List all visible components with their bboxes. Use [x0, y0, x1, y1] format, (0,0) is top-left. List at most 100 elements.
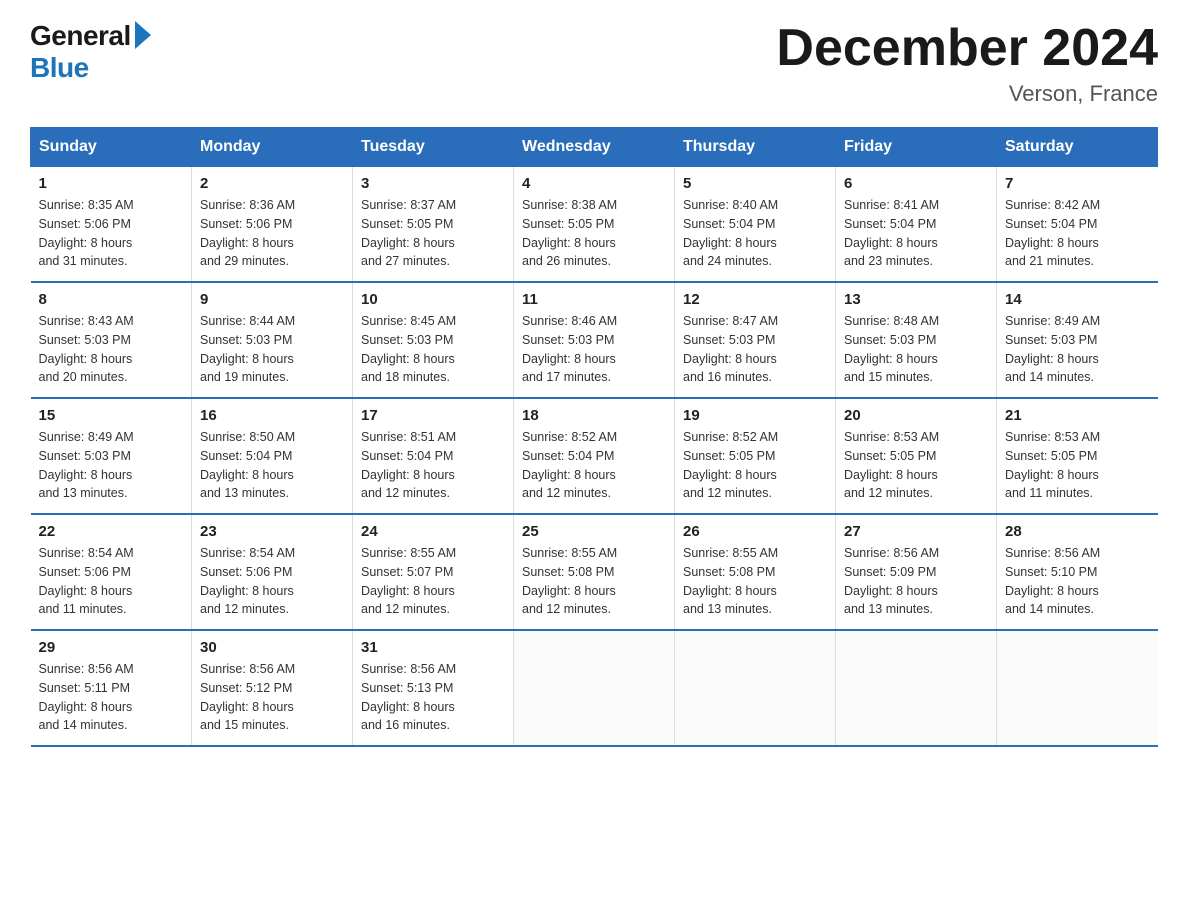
day-number: 9 — [200, 291, 344, 308]
day-cell: 28 Sunrise: 8:56 AM Sunset: 5:10 PM Dayl… — [997, 514, 1158, 630]
day-number: 16 — [200, 407, 344, 424]
col-wednesday: Wednesday — [514, 128, 675, 167]
day-cell: 10 Sunrise: 8:45 AM Sunset: 5:03 PM Dayl… — [353, 282, 514, 398]
day-cell: 26 Sunrise: 8:55 AM Sunset: 5:08 PM Dayl… — [675, 514, 836, 630]
day-cell: 27 Sunrise: 8:56 AM Sunset: 5:09 PM Dayl… — [836, 514, 997, 630]
day-info: Sunrise: 8:54 AM Sunset: 5:06 PM Dayligh… — [200, 544, 344, 619]
day-cell: 1 Sunrise: 8:35 AM Sunset: 5:06 PM Dayli… — [31, 167, 192, 283]
month-title: December 2024 — [776, 20, 1158, 77]
day-cell: 9 Sunrise: 8:44 AM Sunset: 5:03 PM Dayli… — [192, 282, 353, 398]
week-row-3: 15 Sunrise: 8:49 AM Sunset: 5:03 PM Dayl… — [31, 398, 1158, 514]
day-number: 8 — [39, 291, 184, 308]
day-info: Sunrise: 8:35 AM Sunset: 5:06 PM Dayligh… — [39, 196, 184, 271]
day-cell: 13 Sunrise: 8:48 AM Sunset: 5:03 PM Dayl… — [836, 282, 997, 398]
title-area: December 2024 Verson, France — [776, 20, 1158, 107]
day-number: 29 — [39, 639, 184, 656]
day-cell: 19 Sunrise: 8:52 AM Sunset: 5:05 PM Dayl… — [675, 398, 836, 514]
day-info: Sunrise: 8:55 AM Sunset: 5:08 PM Dayligh… — [683, 544, 827, 619]
header-row: Sunday Monday Tuesday Wednesday Thursday… — [31, 128, 1158, 167]
day-cell: 2 Sunrise: 8:36 AM Sunset: 5:06 PM Dayli… — [192, 167, 353, 283]
day-cell — [675, 630, 836, 746]
day-number: 13 — [844, 291, 988, 308]
day-number: 28 — [1005, 523, 1150, 540]
day-cell: 31 Sunrise: 8:56 AM Sunset: 5:13 PM Dayl… — [353, 630, 514, 746]
day-number: 5 — [683, 175, 827, 192]
day-info: Sunrise: 8:52 AM Sunset: 5:04 PM Dayligh… — [522, 428, 666, 503]
day-number: 23 — [200, 523, 344, 540]
day-cell: 11 Sunrise: 8:46 AM Sunset: 5:03 PM Dayl… — [514, 282, 675, 398]
logo-blue-text: Blue — [30, 52, 89, 84]
day-number: 15 — [39, 407, 184, 424]
day-info: Sunrise: 8:50 AM Sunset: 5:04 PM Dayligh… — [200, 428, 344, 503]
day-info: Sunrise: 8:44 AM Sunset: 5:03 PM Dayligh… — [200, 312, 344, 387]
day-cell: 20 Sunrise: 8:53 AM Sunset: 5:05 PM Dayl… — [836, 398, 997, 514]
day-number: 31 — [361, 639, 505, 656]
day-info: Sunrise: 8:54 AM Sunset: 5:06 PM Dayligh… — [39, 544, 184, 619]
week-row-1: 1 Sunrise: 8:35 AM Sunset: 5:06 PM Dayli… — [31, 167, 1158, 283]
day-number: 12 — [683, 291, 827, 308]
day-number: 2 — [200, 175, 344, 192]
day-number: 11 — [522, 291, 666, 308]
col-thursday: Thursday — [675, 128, 836, 167]
week-row-4: 22 Sunrise: 8:54 AM Sunset: 5:06 PM Dayl… — [31, 514, 1158, 630]
day-info: Sunrise: 8:56 AM Sunset: 5:10 PM Dayligh… — [1005, 544, 1150, 619]
day-cell: 29 Sunrise: 8:56 AM Sunset: 5:11 PM Dayl… — [31, 630, 192, 746]
day-cell: 22 Sunrise: 8:54 AM Sunset: 5:06 PM Dayl… — [31, 514, 192, 630]
day-info: Sunrise: 8:55 AM Sunset: 5:07 PM Dayligh… — [361, 544, 505, 619]
page-header: General Blue December 2024 Verson, Franc… — [30, 20, 1158, 107]
day-cell: 7 Sunrise: 8:42 AM Sunset: 5:04 PM Dayli… — [997, 167, 1158, 283]
day-number: 1 — [39, 175, 184, 192]
col-monday: Monday — [192, 128, 353, 167]
day-cell: 25 Sunrise: 8:55 AM Sunset: 5:08 PM Dayl… — [514, 514, 675, 630]
day-number: 22 — [39, 523, 184, 540]
day-number: 7 — [1005, 175, 1150, 192]
day-info: Sunrise: 8:56 AM Sunset: 5:13 PM Dayligh… — [361, 660, 505, 735]
day-number: 21 — [1005, 407, 1150, 424]
calendar-header: Sunday Monday Tuesday Wednesday Thursday… — [31, 128, 1158, 167]
day-info: Sunrise: 8:38 AM Sunset: 5:05 PM Dayligh… — [522, 196, 666, 271]
day-info: Sunrise: 8:41 AM Sunset: 5:04 PM Dayligh… — [844, 196, 988, 271]
day-number: 10 — [361, 291, 505, 308]
day-info: Sunrise: 8:53 AM Sunset: 5:05 PM Dayligh… — [844, 428, 988, 503]
week-row-2: 8 Sunrise: 8:43 AM Sunset: 5:03 PM Dayli… — [31, 282, 1158, 398]
day-cell: 21 Sunrise: 8:53 AM Sunset: 5:05 PM Dayl… — [997, 398, 1158, 514]
day-cell: 12 Sunrise: 8:47 AM Sunset: 5:03 PM Dayl… — [675, 282, 836, 398]
day-cell: 24 Sunrise: 8:55 AM Sunset: 5:07 PM Dayl… — [353, 514, 514, 630]
logo-triangle-icon — [135, 21, 151, 49]
day-cell: 8 Sunrise: 8:43 AM Sunset: 5:03 PM Dayli… — [31, 282, 192, 398]
day-cell: 18 Sunrise: 8:52 AM Sunset: 5:04 PM Dayl… — [514, 398, 675, 514]
day-number: 17 — [361, 407, 505, 424]
day-number: 6 — [844, 175, 988, 192]
day-info: Sunrise: 8:42 AM Sunset: 5:04 PM Dayligh… — [1005, 196, 1150, 271]
day-cell — [836, 630, 997, 746]
day-info: Sunrise: 8:56 AM Sunset: 5:11 PM Dayligh… — [39, 660, 184, 735]
day-number: 26 — [683, 523, 827, 540]
logo: General Blue — [30, 20, 151, 84]
col-tuesday: Tuesday — [353, 128, 514, 167]
day-info: Sunrise: 8:52 AM Sunset: 5:05 PM Dayligh… — [683, 428, 827, 503]
day-number: 19 — [683, 407, 827, 424]
day-info: Sunrise: 8:56 AM Sunset: 5:09 PM Dayligh… — [844, 544, 988, 619]
day-info: Sunrise: 8:53 AM Sunset: 5:05 PM Dayligh… — [1005, 428, 1150, 503]
day-info: Sunrise: 8:56 AM Sunset: 5:12 PM Dayligh… — [200, 660, 344, 735]
week-row-5: 29 Sunrise: 8:56 AM Sunset: 5:11 PM Dayl… — [31, 630, 1158, 746]
day-cell — [514, 630, 675, 746]
day-number: 30 — [200, 639, 344, 656]
day-cell: 6 Sunrise: 8:41 AM Sunset: 5:04 PM Dayli… — [836, 167, 997, 283]
day-info: Sunrise: 8:46 AM Sunset: 5:03 PM Dayligh… — [522, 312, 666, 387]
day-cell: 4 Sunrise: 8:38 AM Sunset: 5:05 PM Dayli… — [514, 167, 675, 283]
day-info: Sunrise: 8:49 AM Sunset: 5:03 PM Dayligh… — [39, 428, 184, 503]
col-sunday: Sunday — [31, 128, 192, 167]
day-cell: 3 Sunrise: 8:37 AM Sunset: 5:05 PM Dayli… — [353, 167, 514, 283]
location: Verson, France — [776, 81, 1158, 107]
day-info: Sunrise: 8:36 AM Sunset: 5:06 PM Dayligh… — [200, 196, 344, 271]
col-friday: Friday — [836, 128, 997, 167]
day-number: 27 — [844, 523, 988, 540]
day-cell: 14 Sunrise: 8:49 AM Sunset: 5:03 PM Dayl… — [997, 282, 1158, 398]
calendar-table: Sunday Monday Tuesday Wednesday Thursday… — [30, 127, 1158, 747]
day-number: 25 — [522, 523, 666, 540]
day-info: Sunrise: 8:43 AM Sunset: 5:03 PM Dayligh… — [39, 312, 184, 387]
calendar-body: 1 Sunrise: 8:35 AM Sunset: 5:06 PM Dayli… — [31, 167, 1158, 747]
day-info: Sunrise: 8:45 AM Sunset: 5:03 PM Dayligh… — [361, 312, 505, 387]
day-number: 20 — [844, 407, 988, 424]
